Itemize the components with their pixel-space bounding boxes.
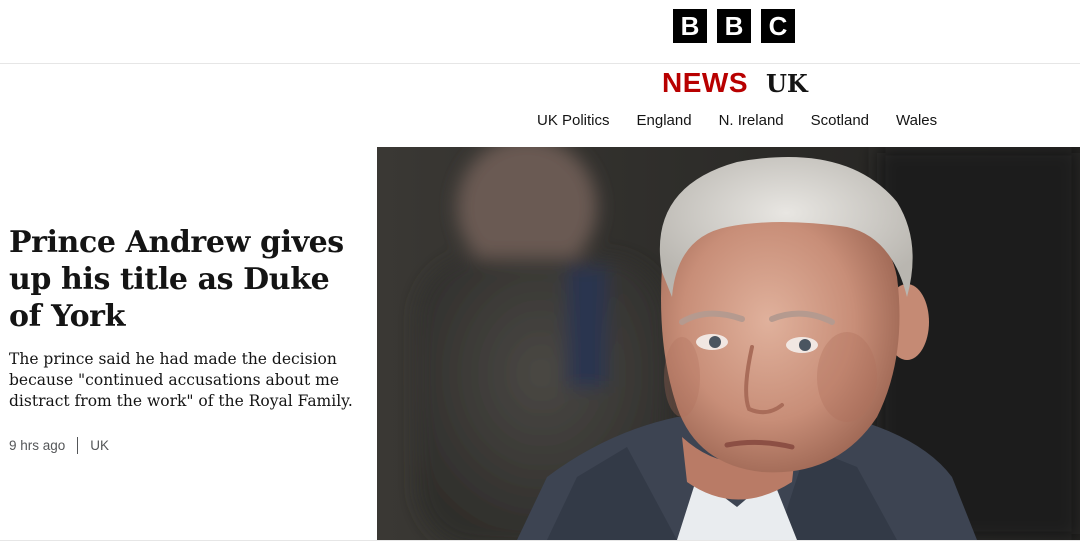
story-timestamp: 9 hrs ago (9, 437, 66, 453)
nav-item-wales[interactable]: Wales (896, 112, 937, 132)
logo-letter-b2: B (717, 9, 751, 43)
nav-item-scotland[interactable]: Scotland (811, 112, 869, 132)
nav-item-uk-politics[interactable]: UK Politics (537, 112, 610, 132)
story-meta: 9 hrs ago UK (9, 435, 109, 455)
top-bar: B B C (0, 0, 1080, 64)
bottom-divider (0, 540, 1080, 541)
nav-item-england[interactable]: England (637, 112, 692, 132)
region-label[interactable]: UK (766, 69, 808, 98)
nav-item-n-ireland[interactable]: N. Ireland (719, 112, 784, 132)
page: B B C NEWS UK UK Politics England N. Ire… (0, 0, 1080, 545)
section-header: NEWS UK (662, 67, 808, 101)
bbc-logo[interactable]: B B C (673, 9, 795, 43)
meta-divider (77, 436, 79, 454)
story-headline[interactable]: Prince Andrew gives up his title as Duke… (9, 224, 364, 335)
story-summary: The prince said he had made the decision… (9, 350, 353, 410)
story-topic-link[interactable]: UK (90, 438, 109, 453)
sub-navigation: UK Politics England N. Ireland Scotland … (537, 112, 937, 132)
story-photo[interactable] (377, 147, 1080, 540)
logo-letter-c: C (761, 9, 795, 43)
logo-letter-b1: B (673, 9, 707, 43)
news-section-link[interactable]: NEWS (662, 67, 748, 99)
